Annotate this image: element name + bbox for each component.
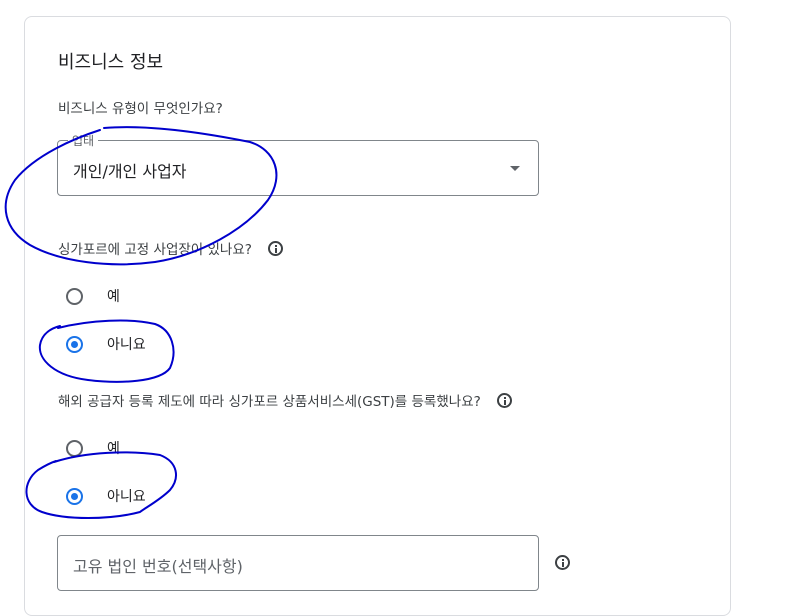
gst-option-no[interactable]: 아니요 — [66, 486, 146, 506]
business-type-question: 비즈니스 유형이 무엇인가요? — [58, 97, 223, 117]
business-type-question-text: 비즈니스 유형이 무엇인가요? — [58, 101, 223, 117]
radio-yes-label: 예 — [107, 441, 120, 457]
business-type-value: 개인/개인 사업자 — [73, 162, 187, 181]
fixed-location-question: 싱가포르에 고정 사업장이 있나요? — [58, 238, 283, 258]
radio-no[interactable] — [66, 335, 83, 353]
uen-info — [555, 555, 570, 570]
dropdown-arrow-icon — [510, 166, 520, 171]
info-icon[interactable] — [267, 240, 283, 256]
fixed-location-option-yes[interactable]: 예 — [66, 286, 120, 306]
fixed-location-question-text: 싱가포르에 고정 사업장이 있나요? — [58, 242, 252, 258]
gst-question: 해외 공급자 등록 제도에 따라 싱가포르 상품서비스세(GST)를 등록했나요… — [58, 390, 512, 410]
section-title: 비즈니스 정보 — [58, 52, 164, 73]
fixed-location-option-no[interactable]: 아니요 — [66, 334, 146, 354]
radio-no-label: 아니요 — [107, 489, 146, 505]
radio-yes-label: 예 — [107, 289, 120, 305]
info-icon[interactable] — [555, 555, 570, 570]
radio-yes[interactable] — [66, 287, 83, 305]
uen-placeholder: 고유 법인 번호(선택사항) — [73, 557, 243, 576]
gst-option-yes[interactable]: 예 — [66, 438, 120, 458]
radio-yes[interactable] — [66, 439, 83, 457]
business-type-select[interactable]: 업태 개인/개인 사업자 — [57, 132, 539, 196]
radio-no[interactable] — [66, 487, 83, 505]
business-type-legend: 업태 — [68, 132, 99, 149]
uen-input[interactable]: 고유 법인 번호(선택사항) — [57, 535, 539, 591]
info-icon[interactable] — [496, 392, 512, 408]
radio-no-label: 아니요 — [107, 337, 146, 353]
gst-question-text: 해외 공급자 등록 제도에 따라 싱가포르 상품서비스세(GST)를 등록했나요… — [58, 394, 481, 410]
